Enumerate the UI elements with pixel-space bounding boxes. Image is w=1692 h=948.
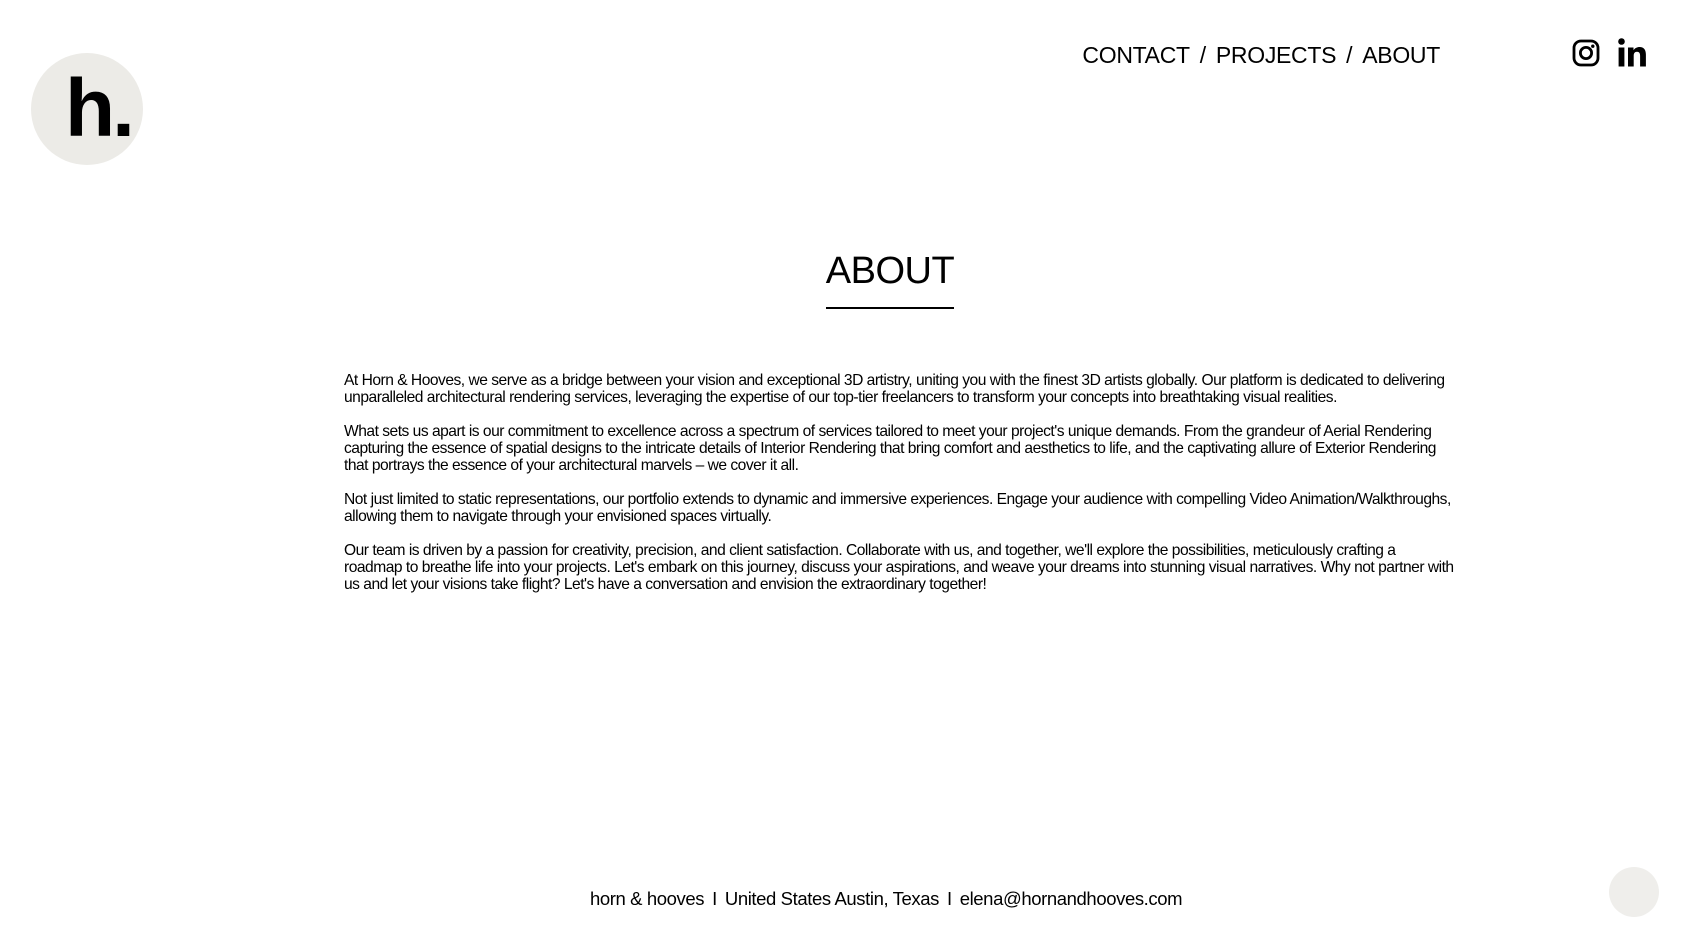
page: h. CONTACT / PROJECTS / ABOUT ABOUT At H… — [0, 0, 1692, 948]
logo-mark: h. — [65, 63, 135, 154]
about-paragraph: At Horn & Hooves, we serve as a bridge b… — [344, 372, 1445, 406]
nav-separator: / — [1199, 42, 1206, 68]
floating-action-button[interactable] — [1609, 867, 1659, 917]
footer-brand: horn & hooves — [590, 888, 705, 909]
nav-projects[interactable]: PROJECTS — [1216, 42, 1337, 69]
nav-contact[interactable]: CONTACT — [1082, 42, 1190, 69]
linkedin-icon — [1618, 38, 1646, 67]
footer: horn & hooves I United States Austin, Te… — [590, 888, 1183, 910]
page-title: ABOUT — [825, 250, 955, 309]
instagram-link[interactable] — [1572, 39, 1600, 72]
footer-separator: I — [712, 888, 717, 909]
linkedin-link[interactable] — [1618, 38, 1646, 73]
about-paragraph: Our team is driven by a passion for crea… — [344, 542, 1454, 593]
main-nav: CONTACT / PROJECTS / ABOUT — [1082, 42, 1440, 69]
about-paragraph: Not just limited to static representatio… — [344, 491, 1451, 525]
footer-email-link[interactable]: elena@hornandhooves.com — [960, 888, 1183, 910]
about-content: At Horn & Hooves, we serve as a bridge b… — [344, 372, 1454, 610]
title-wrapper: ABOUT — [0, 250, 1692, 309]
about-paragraph: What sets us apart is our commitment to … — [344, 423, 1436, 474]
logo-link[interactable]: h. — [31, 53, 143, 165]
social-links — [1572, 38, 1646, 73]
instagram-icon — [1572, 39, 1600, 67]
footer-location: United States Austin, Texas — [724, 888, 939, 909]
nav-separator: / — [1346, 42, 1353, 68]
nav-about[interactable]: ABOUT — [1362, 42, 1440, 69]
footer-separator: I — [946, 888, 952, 909]
